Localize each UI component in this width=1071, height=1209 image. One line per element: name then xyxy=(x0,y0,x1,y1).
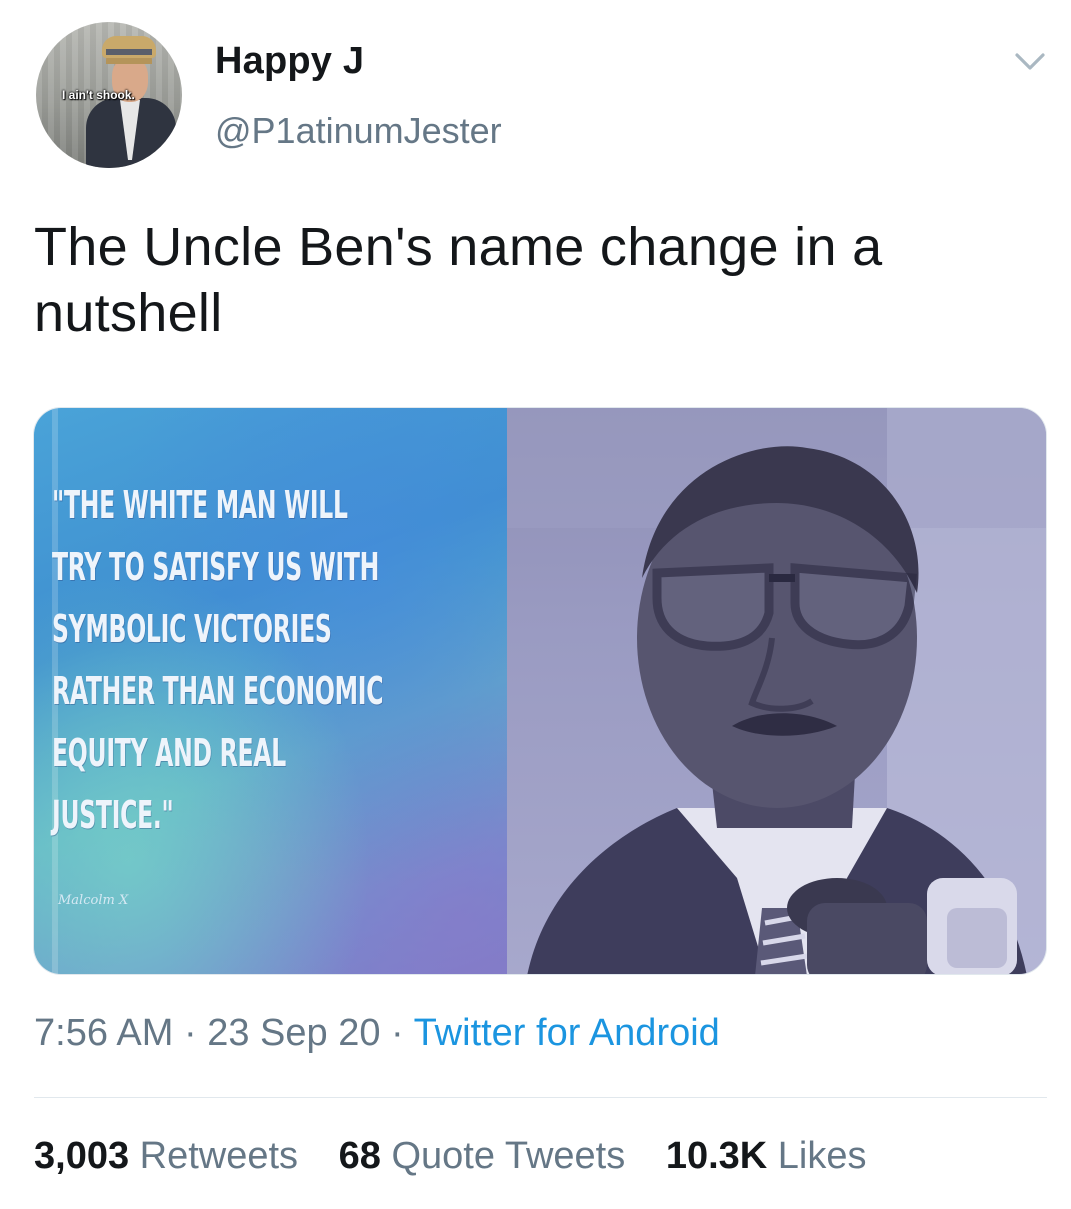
portrait-illustration xyxy=(507,408,1046,974)
tweet-card: I ain't shook. Happy J @P1atinumJester T… xyxy=(0,0,1071,1209)
quote-line: EQUITY AND REAL xyxy=(52,731,286,775)
tweet-source-link[interactable]: Twitter for Android xyxy=(414,1012,720,1054)
tweet-meta: 7:56 AM · 23 Sep 20 · Twitter for Androi… xyxy=(34,1012,720,1055)
likes-count: 10.3K xyxy=(665,1135,768,1177)
divider xyxy=(34,1097,1047,1098)
tweet-text: The Uncle Ben's name change in a nutshel… xyxy=(34,217,883,343)
quote-attribution: Malcolm X xyxy=(58,893,129,908)
quote-line: JUSTICE." xyxy=(52,793,174,837)
quote-tweets-count: 68 xyxy=(338,1135,381,1177)
tweet-stats: 3,003 Retweets 68 Quote Tweets 10.3K Lik… xyxy=(34,1135,897,1178)
quote-text: "THE WHITE MAN WILL TRY TO SATISFY US WI… xyxy=(52,474,502,846)
avatar-hatband xyxy=(106,49,152,55)
quote-line: TRY TO SATISFY US WITH xyxy=(52,545,380,589)
meta-separator: · xyxy=(391,1012,404,1054)
retweets-count: 3,003 xyxy=(34,1135,130,1177)
tweet-date[interactable]: 23 Sep 20 xyxy=(207,1012,380,1054)
portrait-photo xyxy=(507,408,1046,974)
quote-line: SYMBOLIC VICTORIES xyxy=(52,607,332,651)
quote-panel: "THE WHITE MAN WILL TRY TO SATISFY US WI… xyxy=(34,408,507,974)
quote-line: RATHER THAN ECONOMIC xyxy=(52,669,384,713)
meta-separator: · xyxy=(183,1012,197,1054)
quote-tweets-stat[interactable]: 68 Quote Tweets xyxy=(339,1135,626,1178)
quote-tweets-label: Quote Tweets xyxy=(391,1135,626,1177)
likes-label: Likes xyxy=(777,1135,867,1177)
chevron-down-icon[interactable] xyxy=(1014,50,1046,74)
quote-line: "THE WHITE MAN WILL xyxy=(52,483,348,527)
tweet-media-image[interactable]: "THE WHITE MAN WILL TRY TO SATISFY US WI… xyxy=(33,407,1047,975)
avatar[interactable]: I ain't shook. xyxy=(36,22,182,168)
likes-stat[interactable]: 10.3K Likes xyxy=(666,1135,867,1178)
avatar-caption: I ain't shook. xyxy=(62,88,135,102)
retweets-stat[interactable]: 3,003 Retweets xyxy=(34,1135,298,1178)
display-name[interactable]: Happy J xyxy=(215,40,364,83)
user-handle[interactable]: @P1atinumJester xyxy=(215,110,502,152)
tweet-time[interactable]: 7:56 AM xyxy=(34,1012,173,1054)
retweets-label: Retweets xyxy=(139,1135,299,1177)
